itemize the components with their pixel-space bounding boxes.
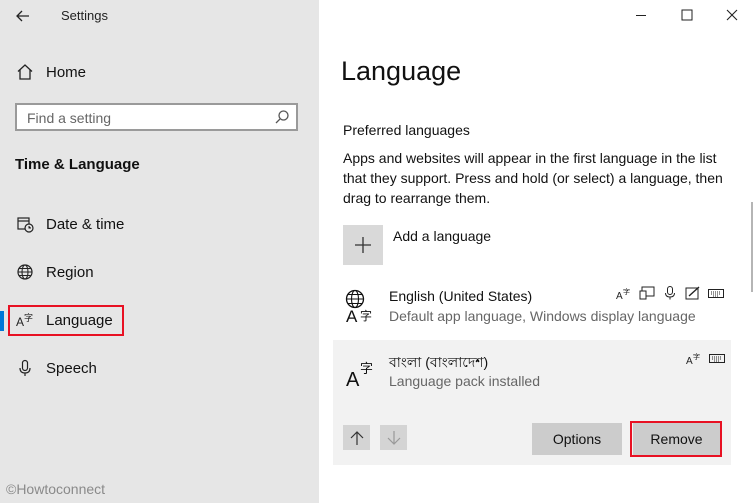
maximize-button[interactable]	[664, 0, 710, 30]
sidebar-item-region[interactable]: Region	[0, 252, 319, 292]
arrow-down-icon	[387, 430, 400, 445]
preferred-languages-heading: Preferred languages	[343, 122, 470, 138]
preferred-languages-description: Apps and websites will appear in the fir…	[343, 150, 723, 206]
language-status: Language pack installed	[389, 373, 541, 389]
text-to-speech-icon	[638, 285, 655, 301]
plus-icon	[355, 237, 371, 253]
move-up-button[interactable]	[343, 425, 370, 450]
sidebar-item-date-time[interactable]: Date & time	[0, 204, 319, 244]
sidebar-item-label: Date & time	[46, 215, 125, 233]
language-pack-globe-icon: A 字	[345, 289, 372, 324]
language-name: বাংলা (বাংলাদেশ)	[389, 354, 489, 370]
back-arrow-icon	[16, 10, 29, 22]
options-button[interactable]: Options	[532, 423, 622, 455]
minimize-button[interactable]	[618, 0, 664, 30]
language-feature-icons: A字	[685, 350, 725, 366]
sidebar-item-speech[interactable]: Speech	[0, 348, 319, 388]
add-language-button[interactable]	[343, 225, 383, 265]
sidebar: Settings Home Time & Language Date & tim…	[0, 0, 319, 503]
globe-icon	[14, 261, 36, 283]
close-button[interactable]	[709, 0, 755, 30]
keyboard-icon	[707, 285, 724, 301]
search-input[interactable]	[25, 108, 269, 128]
language-feature-icons: A字	[615, 285, 724, 301]
search-box[interactable]	[15, 103, 298, 131]
nav-home[interactable]: Home	[0, 52, 319, 92]
svg-text:A: A	[686, 356, 693, 365]
close-icon	[726, 9, 738, 21]
window-title: Settings	[61, 8, 108, 23]
page-title: Language	[341, 56, 462, 86]
svg-text:A: A	[346, 307, 358, 324]
svg-text:字: 字	[623, 287, 630, 296]
handwriting-icon	[684, 285, 701, 301]
keyboard-icon	[708, 350, 725, 366]
sidebar-item-label: Speech	[46, 359, 97, 377]
back-button[interactable]	[8, 3, 38, 29]
remove-highlight-box	[630, 421, 722, 457]
search-icon[interactable]	[273, 108, 291, 126]
speech-recognition-icon	[661, 285, 678, 301]
add-language-label[interactable]: Add a language	[393, 228, 491, 244]
language-pack-icon: A字	[615, 285, 632, 301]
language-pack-icon-large: A 字	[346, 362, 373, 390]
svg-text:字: 字	[360, 362, 373, 377]
move-down-button[interactable]	[380, 425, 407, 450]
language-status: Default app language, Windows display la…	[389, 308, 696, 324]
scrollbar[interactable]	[751, 202, 753, 292]
sidebar-item-label: Region	[46, 263, 94, 281]
maximize-icon	[681, 9, 693, 21]
watermark: ©Howtoconnect	[6, 481, 106, 497]
calendar-clock-icon	[14, 213, 36, 235]
svg-text:A: A	[616, 291, 623, 300]
svg-text:A: A	[346, 369, 360, 390]
arrow-up-icon	[350, 430, 363, 445]
language-item-english[interactable]: A 字 English (United States) Default app …	[333, 280, 731, 332]
language-highlight-box	[8, 305, 124, 336]
svg-text:字: 字	[360, 308, 372, 323]
minimize-icon	[636, 15, 646, 16]
section-heading: Time & Language	[15, 156, 140, 173]
nav-home-label: Home	[46, 63, 87, 81]
language-pack-icon: A字	[685, 350, 702, 366]
svg-text:字: 字	[693, 352, 700, 361]
language-name: English (United States)	[389, 288, 533, 304]
microphone-icon	[14, 357, 36, 379]
home-icon	[14, 61, 36, 83]
